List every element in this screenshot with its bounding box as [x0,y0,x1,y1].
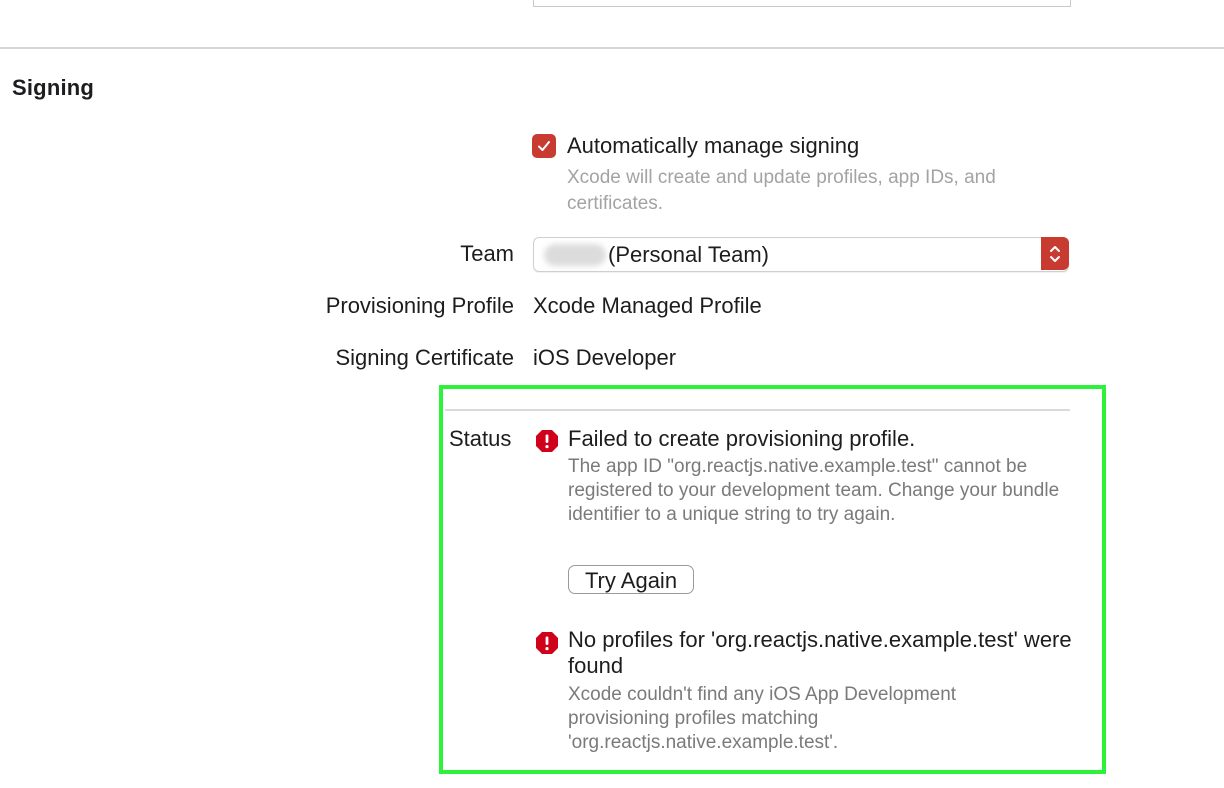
signing-certificate-value: iOS Developer [533,345,677,370]
error-icon [535,429,559,453]
status-message-title: No profiles for 'org.reactjs.native.exam… [568,627,1072,678]
team-select-arrows[interactable] [1041,237,1069,270]
status-message-description: Xcode couldn't find any iOS App Developm… [568,684,957,753]
checkmark-icon [538,141,550,151]
try-again-button[interactable]: Try Again [568,565,694,594]
status-message-description: The app ID "org.reactjs.native.example.t… [568,456,1060,525]
section-title: Signing [12,75,95,100]
signing-certificate-label: Signing Certificate [335,345,514,370]
status-label: Status [449,426,512,451]
status-message-title: Failed to create provisioning profile. [568,426,916,451]
auto-signing-checkbox[interactable] [532,134,556,158]
provisioning-profile-value: Xcode Managed Profile [533,293,762,318]
chevron-up-down-icon [1050,245,1060,262]
error-icon [535,631,559,655]
team-value: (Personal Team) [608,242,769,267]
section-divider [0,47,1224,49]
team-label: Team [460,241,514,266]
auto-signing-description: Xcode will create and update profiles, a… [567,167,996,214]
team-select[interactable]: (Personal Team) [533,237,1069,272]
provisioning-profile-label: Provisioning Profile [325,293,514,318]
team-name-redacted [544,244,606,266]
status-divider [445,409,1070,411]
auto-signing-label[interactable]: Automatically manage signing [567,133,859,159]
top-text-field[interactable] [533,0,1071,7]
